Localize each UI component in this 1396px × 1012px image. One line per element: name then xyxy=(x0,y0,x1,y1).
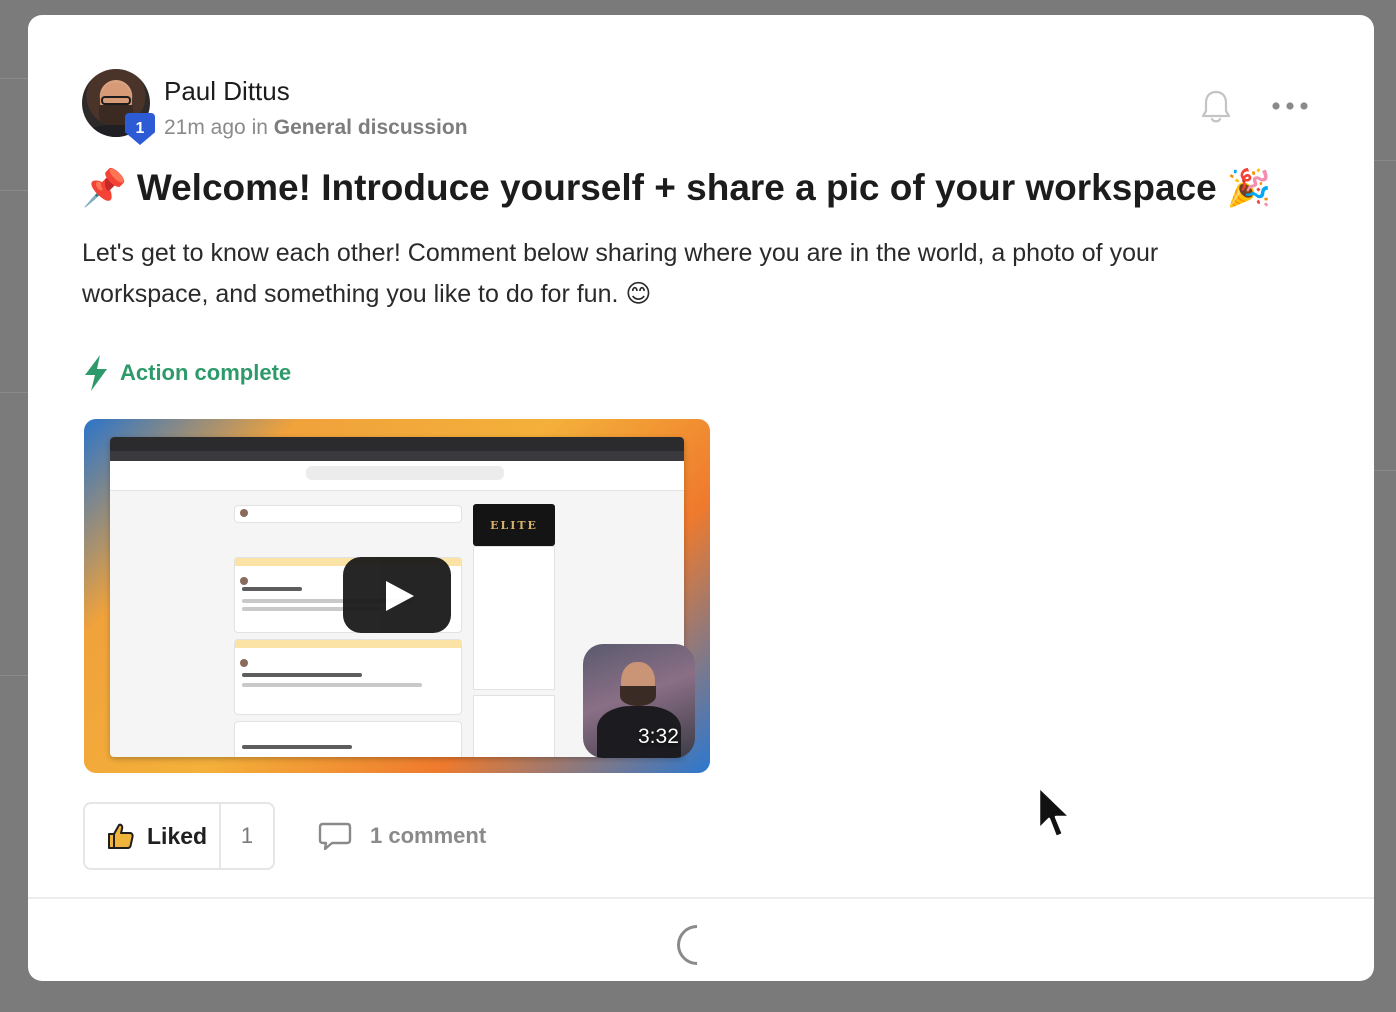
composer-card xyxy=(234,505,462,523)
mini-avatar xyxy=(240,509,248,517)
author-name[interactable]: Paul Dittus xyxy=(164,76,290,107)
like-toggle[interactable]: Liked xyxy=(85,804,221,868)
party-popper-emoji: 🎉 xyxy=(1226,167,1272,208)
embedded-logo: ELITE xyxy=(473,504,555,546)
pinned-bar xyxy=(235,640,461,648)
app-search-bar xyxy=(306,466,504,480)
video-thumbnail[interactable]: ELITE 3:32 xyxy=(84,419,710,773)
action-status: Action complete xyxy=(82,353,291,393)
thumbs-up-icon xyxy=(108,823,134,849)
text-line xyxy=(242,683,422,687)
like-label: Liked xyxy=(147,822,208,849)
post-in-label: in xyxy=(251,116,268,139)
post-meta: 21m ago in General discussion xyxy=(164,116,468,140)
pushpin-emoji: 📌 xyxy=(82,167,127,208)
footer-divider xyxy=(28,897,1374,899)
comment-bubble-icon xyxy=(318,822,352,851)
leaderboard-card xyxy=(473,695,555,757)
background-divider xyxy=(1374,160,1396,161)
mouse-pointer-icon xyxy=(1037,785,1072,839)
mini-avatar xyxy=(240,659,248,667)
video-duration: 3:32 xyxy=(638,725,679,748)
like-count[interactable]: 1 xyxy=(221,823,273,849)
browser-url-bar xyxy=(110,451,684,461)
post-modal: 1 Paul Dittus 21m ago in General discuss… xyxy=(28,15,1374,981)
background-divider xyxy=(1374,470,1396,471)
sidebar-group-card xyxy=(473,546,555,690)
feed-post-card xyxy=(234,639,462,715)
comment-count-label: 1 comment xyxy=(370,823,487,848)
level-badge: 1 xyxy=(125,113,155,145)
play-button[interactable] xyxy=(343,557,451,633)
post-title-text: Welcome! Introduce yourself + share a pi… xyxy=(136,167,1217,208)
action-status-label: Action complete xyxy=(120,360,292,385)
comment-button[interactable]: 1 comment xyxy=(318,815,486,857)
browser-tab-bar xyxy=(110,437,684,451)
presenter-beard xyxy=(620,686,656,706)
like-button[interactable]: Liked 1 xyxy=(83,802,275,870)
post-time: 21m ago xyxy=(164,116,246,139)
avatar-glasses xyxy=(101,96,131,105)
feed-post-card xyxy=(234,721,462,757)
mini-avatar xyxy=(240,577,248,585)
post-body: Let's get to know each other! Comment be… xyxy=(82,239,1159,308)
post-title: 📌 Welcome! Introduce yourself + share a … xyxy=(82,167,1322,209)
category-link[interactable]: General discussion xyxy=(274,116,468,139)
lightning-bolt-icon xyxy=(85,355,107,391)
post-header: 1 Paul Dittus 21m ago in General discuss… xyxy=(82,69,1312,149)
text-line xyxy=(242,587,302,591)
more-options-icon[interactable] xyxy=(1268,95,1312,117)
text-line xyxy=(242,673,362,677)
spinner-icon xyxy=(668,916,726,974)
text-line xyxy=(242,745,352,749)
bell-icon[interactable] xyxy=(1200,89,1232,125)
